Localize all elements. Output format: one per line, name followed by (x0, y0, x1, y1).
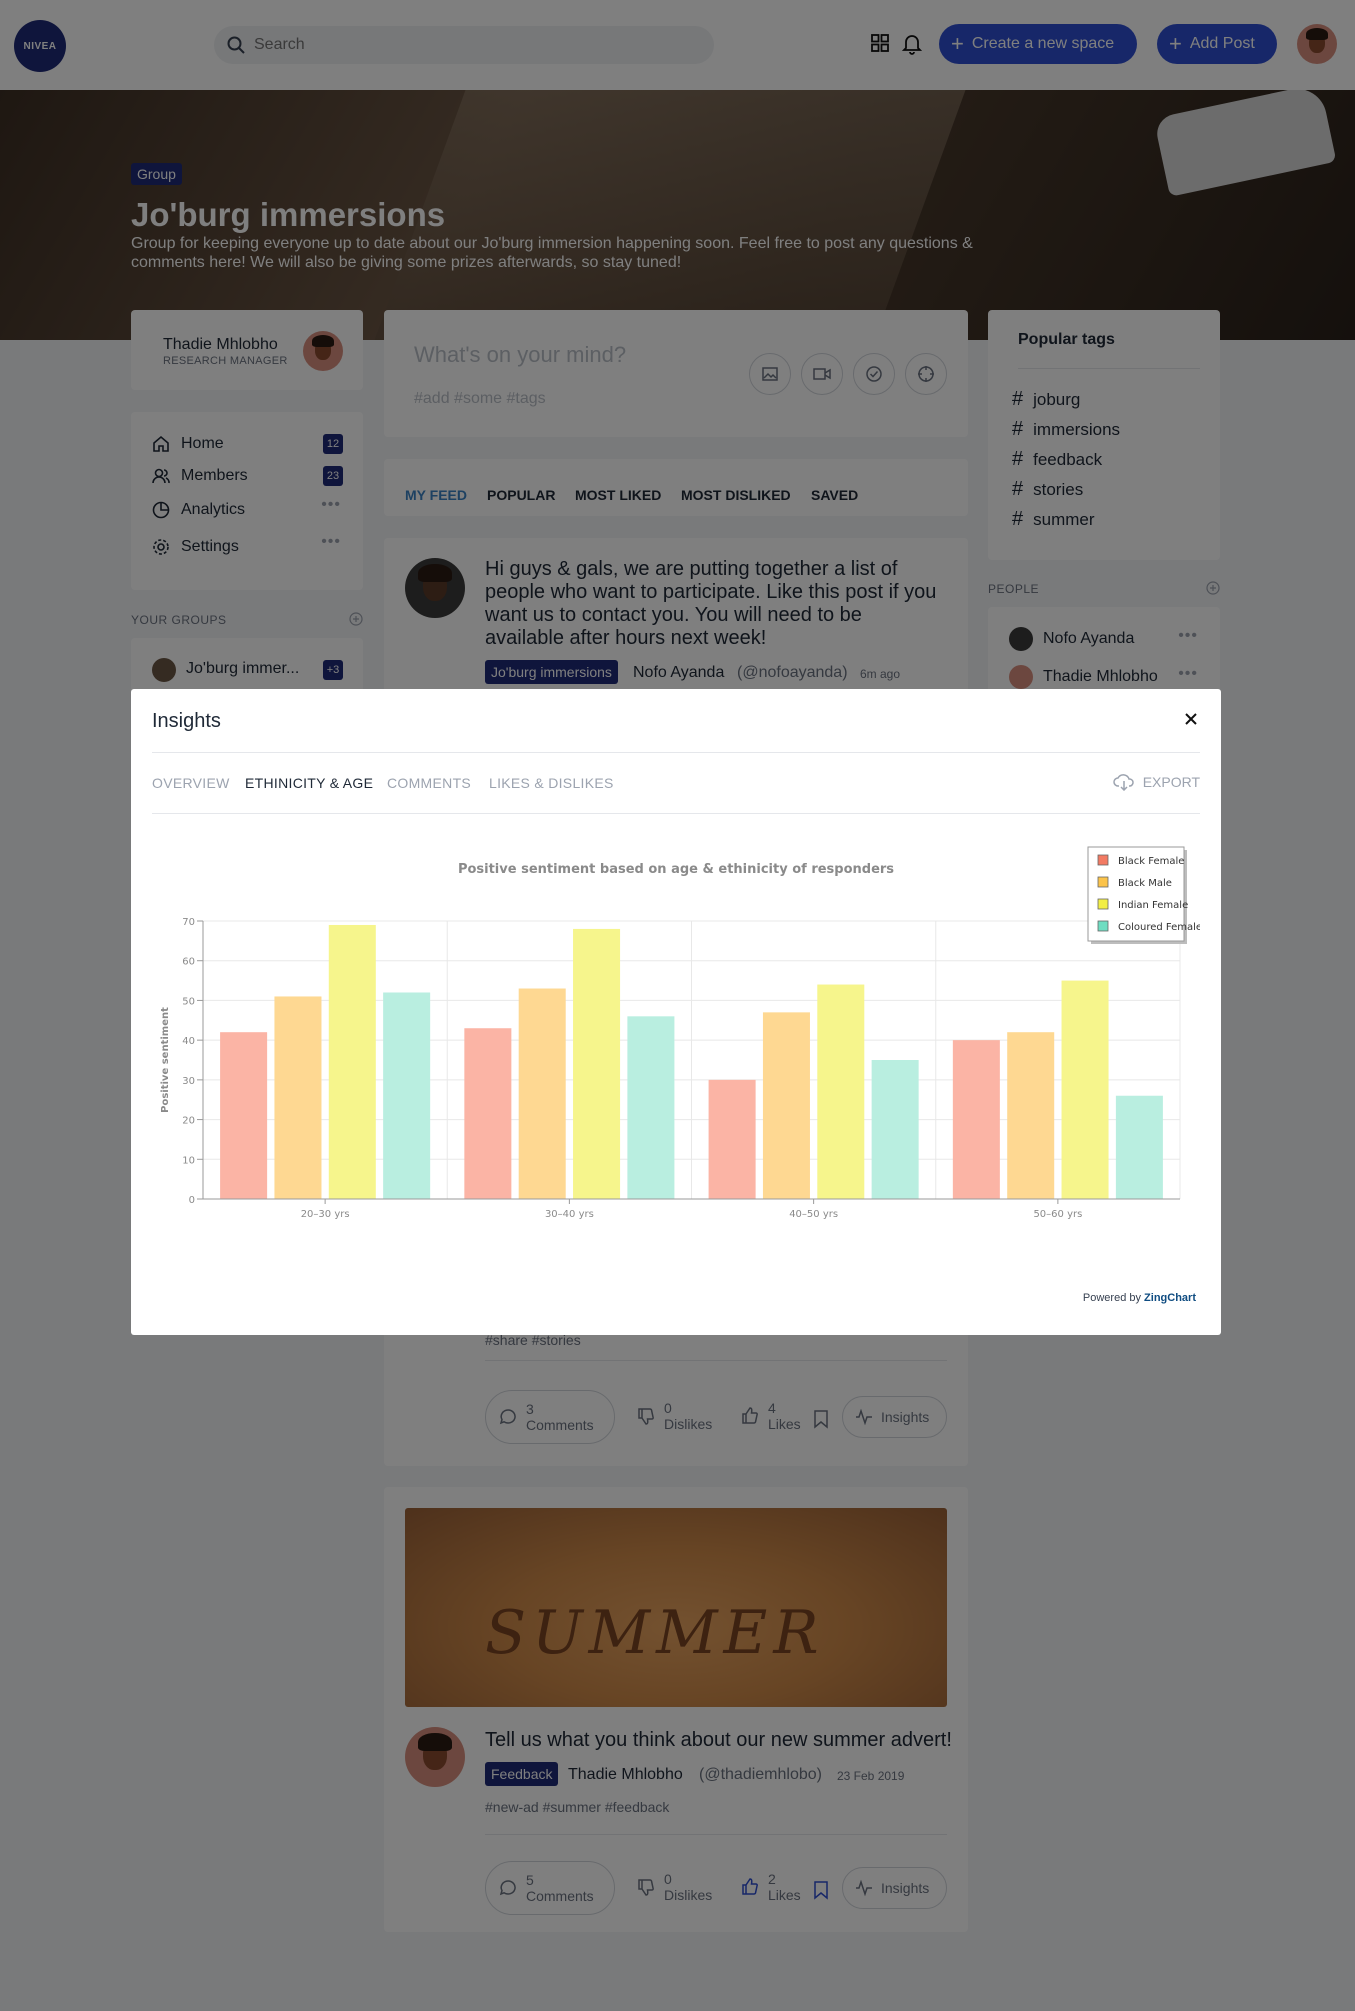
bar-indian-female[interactable] (817, 984, 865, 1199)
tab-ethnicity-age[interactable]: ETHINICITY & AGE (245, 775, 373, 791)
bar-indian-female[interactable] (573, 928, 621, 1199)
powered-by-credit[interactable]: Powered by ZingChart (1083, 1292, 1196, 1304)
bar-coloured-female[interactable] (1115, 1095, 1163, 1199)
modal-divider (152, 752, 1200, 753)
bar-black-male[interactable] (274, 996, 322, 1199)
bar-black-male[interactable] (518, 988, 566, 1199)
bar-indian-female[interactable] (328, 924, 376, 1199)
y-tick-label: 0 (189, 1195, 195, 1206)
tab-comments[interactable]: COMMENTS (387, 775, 471, 791)
x-tick-label: 30–40 yrs (545, 1209, 594, 1220)
bar-coloured-female[interactable] (871, 1060, 919, 1199)
legend-label[interactable]: Black Female (1118, 856, 1184, 867)
bar-black-female[interactable] (220, 1032, 268, 1199)
bar-black-male[interactable] (1007, 1032, 1055, 1199)
y-tick-label: 50 (182, 996, 195, 1007)
modal-tabs-divider (152, 813, 1200, 814)
legend-swatch[interactable] (1097, 920, 1109, 932)
cloud-download-icon (1112, 774, 1134, 791)
bar-black-female[interactable] (952, 1040, 1000, 1199)
close-icon[interactable] (1183, 711, 1199, 727)
bar-black-male[interactable] (762, 1012, 810, 1199)
legend-swatch[interactable] (1097, 854, 1109, 866)
y-tick-label: 20 (182, 1116, 195, 1127)
modal-title: Insights (152, 710, 221, 732)
sentiment-bar-chart: Positive sentiment based on age & ethini… (160, 846, 1202, 1220)
legend-label[interactable]: Black Male (1118, 878, 1172, 889)
tab-likes-dislikes[interactable]: LIKES & DISLIKES (489, 775, 614, 791)
tab-overview[interactable]: OVERVIEW (152, 775, 230, 791)
export-button[interactable]: EXPORT (1112, 773, 1200, 791)
bar-coloured-female[interactable] (627, 1016, 675, 1199)
bar-black-female[interactable] (708, 1079, 756, 1199)
bar-indian-female[interactable] (1061, 980, 1109, 1199)
x-tick-label: 20–30 yrs (301, 1209, 350, 1220)
y-tick-label: 60 (182, 957, 195, 968)
insights-modal: Insights OVERVIEW ETHINICITY & AGE COMME… (131, 689, 1221, 1335)
y-tick-label: 40 (182, 1036, 195, 1047)
chart-y-axis-label: Positive sentiment (160, 1007, 171, 1113)
chart-legend[interactable]: Black Female Black Male Indian Female Colou… (1087, 846, 1202, 944)
legend-swatch[interactable] (1097, 876, 1109, 888)
sentiment-chart: Positive sentiment based on age & ethini… (152, 839, 1202, 1299)
bar-coloured-female[interactable] (383, 992, 431, 1199)
legend-swatch[interactable] (1097, 898, 1109, 910)
zingchart-brand: ZingChart (1144, 1292, 1196, 1304)
y-tick-label: 30 (182, 1076, 195, 1087)
legend-label[interactable]: Coloured Female (1118, 922, 1202, 933)
bar-black-female[interactable] (464, 1028, 512, 1199)
chart-title: Positive sentiment based on age & ethini… (458, 862, 894, 877)
x-tick-label: 40–50 yrs (789, 1209, 838, 1220)
x-tick-label: 50–60 yrs (1033, 1209, 1082, 1220)
y-tick-label: 10 (182, 1155, 195, 1166)
legend-label[interactable]: Indian Female (1118, 900, 1188, 911)
y-tick-label: 70 (182, 917, 195, 928)
